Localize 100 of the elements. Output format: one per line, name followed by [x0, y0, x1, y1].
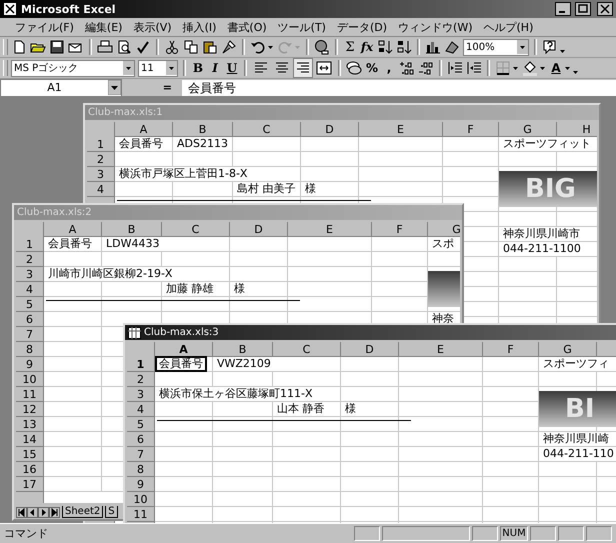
row-header[interactable]: 2: [127, 372, 155, 387]
row-header[interactable]: 7: [16, 327, 44, 342]
paintbrush-icon[interactable]: [221, 39, 237, 55]
merge-center-icon[interactable]: [315, 59, 333, 77]
column-header[interactable]: G: [539, 342, 597, 357]
spelling-check-icon[interactable]: [135, 39, 151, 55]
column-header[interactable]: G: [428, 222, 460, 237]
row-header[interactable]: 3: [127, 387, 155, 402]
column-header[interactable]: C: [273, 342, 341, 357]
close-icon[interactable]: [597, 2, 613, 16]
row-header[interactable]: 9: [127, 477, 155, 492]
align-right-icon[interactable]: [294, 59, 312, 77]
print-preview-icon[interactable]: [116, 39, 132, 55]
row-header[interactable]: 3: [16, 267, 44, 282]
comma-button[interactable]: ,: [382, 61, 396, 75]
minimize-icon[interactable]: [555, 2, 571, 16]
row-header[interactable]: 9: [16, 357, 44, 372]
sort-descending-icon[interactable]: [396, 39, 412, 55]
row-header[interactable]: 11: [127, 507, 155, 522]
column-header[interactable]: F: [483, 342, 539, 357]
first-sheet-icon[interactable]: [16, 506, 27, 518]
menu-item[interactable]: ウィンドウ(W): [393, 20, 478, 34]
formula-field[interactable]: 会員番号: [182, 80, 616, 96]
column-header[interactable]: E: [399, 342, 483, 357]
decrease-indent-icon[interactable]: [447, 60, 463, 76]
row-header[interactable]: 6: [16, 312, 44, 327]
undo-icon[interactable]: [250, 39, 266, 55]
row-header[interactable]: 4: [87, 182, 115, 197]
column-header[interactable]: B: [213, 342, 273, 357]
maximize-icon[interactable]: [575, 2, 591, 16]
column-header[interactable]: E: [359, 122, 443, 137]
borders-icon[interactable]: [495, 60, 511, 76]
column-header[interactable]: B: [173, 122, 233, 137]
copy-icon[interactable]: [183, 39, 199, 55]
row-header[interactable]: 5: [127, 417, 155, 432]
row-header[interactable]: 12: [16, 402, 44, 417]
font-color-button[interactable]: A: [549, 61, 563, 75]
last-sheet-icon[interactable]: [49, 506, 60, 518]
menu-item[interactable]: ファイル(F): [10, 20, 79, 34]
row-header[interactable]: 10: [127, 492, 155, 507]
save-icon[interactable]: [49, 39, 65, 55]
row-header[interactable]: 3: [87, 167, 115, 182]
menu-item[interactable]: 表示(V): [128, 20, 177, 34]
drawing-icon[interactable]: [444, 39, 460, 55]
column-header[interactable]: A: [44, 222, 102, 237]
help-icon[interactable]: [542, 39, 558, 55]
fill-bucket-icon[interactable]: [522, 60, 538, 76]
bold-button[interactable]: B: [191, 61, 205, 75]
column-header[interactable]: D: [301, 122, 359, 137]
row-header[interactable]: 1: [127, 357, 155, 372]
row-header[interactable]: 2: [87, 152, 115, 167]
menu-item[interactable]: 書式(O): [222, 20, 272, 34]
row-header[interactable]: 4: [127, 402, 155, 417]
autosum-button[interactable]: Σ: [343, 40, 357, 54]
font-field[interactable]: MS Pゴシック: [11, 60, 135, 76]
row-header[interactable]: 6: [127, 432, 155, 447]
row-header[interactable]: 4: [16, 282, 44, 297]
percent-button[interactable]: %: [365, 61, 379, 75]
font-size-field[interactable]: 11: [138, 60, 178, 76]
menu-item[interactable]: 挿入(I): [178, 20, 222, 34]
next-sheet-icon[interactable]: [38, 506, 49, 518]
column-header[interactable]: D: [230, 222, 288, 237]
row-header[interactable]: 7: [127, 447, 155, 462]
row-header[interactable]: 11: [16, 387, 44, 402]
column-header[interactable]: F: [443, 122, 499, 137]
menu-item[interactable]: 編集(E): [80, 20, 128, 34]
sort-ascending-icon[interactable]: [377, 39, 393, 55]
column-header[interactable]: E: [288, 222, 372, 237]
dropdown-arrow-icon[interactable]: [108, 80, 121, 95]
italic-button[interactable]: I: [208, 61, 222, 75]
column-header[interactable]: H: [557, 122, 597, 137]
increase-decimal-icon[interactable]: [399, 60, 415, 76]
menu-item[interactable]: データ(D): [332, 20, 392, 34]
sheet-tab[interactable]: Sheet2: [62, 506, 104, 518]
cut-icon[interactable]: [164, 39, 180, 55]
column-header[interactable]: D: [341, 342, 399, 357]
row-header[interactable]: 2: [16, 252, 44, 267]
sheet-tab[interactable]: S: [105, 506, 118, 518]
row-header[interactable]: 8: [16, 342, 44, 357]
increase-indent-icon[interactable]: [466, 60, 482, 76]
print-icon[interactable]: [97, 39, 113, 55]
zoom-field[interactable]: 100%: [463, 38, 529, 56]
row-header[interactable]: 1: [87, 137, 115, 152]
row-header[interactable]: 14: [16, 432, 44, 447]
insert-function-button[interactable]: fx: [360, 40, 374, 54]
row-header[interactable]: 10: [16, 372, 44, 387]
row-header[interactable]: 16: [16, 462, 44, 477]
decrease-decimal-icon[interactable]: [418, 60, 434, 76]
row-header[interactable]: 17: [16, 477, 44, 492]
menu-item[interactable]: ヘルプ(H): [478, 20, 538, 34]
column-header[interactable]: C: [162, 222, 230, 237]
underline-button[interactable]: U: [225, 61, 239, 75]
column-header[interactable]: G: [499, 122, 557, 137]
column-header[interactable]: F: [372, 222, 428, 237]
row-header[interactable]: 1: [16, 237, 44, 252]
column-header[interactable]: A: [155, 342, 213, 357]
previous-sheet-icon[interactable]: [27, 506, 38, 518]
row-header[interactable]: 8: [127, 462, 155, 477]
row-header[interactable]: 13: [16, 417, 44, 432]
column-header[interactable]: A: [115, 122, 173, 137]
